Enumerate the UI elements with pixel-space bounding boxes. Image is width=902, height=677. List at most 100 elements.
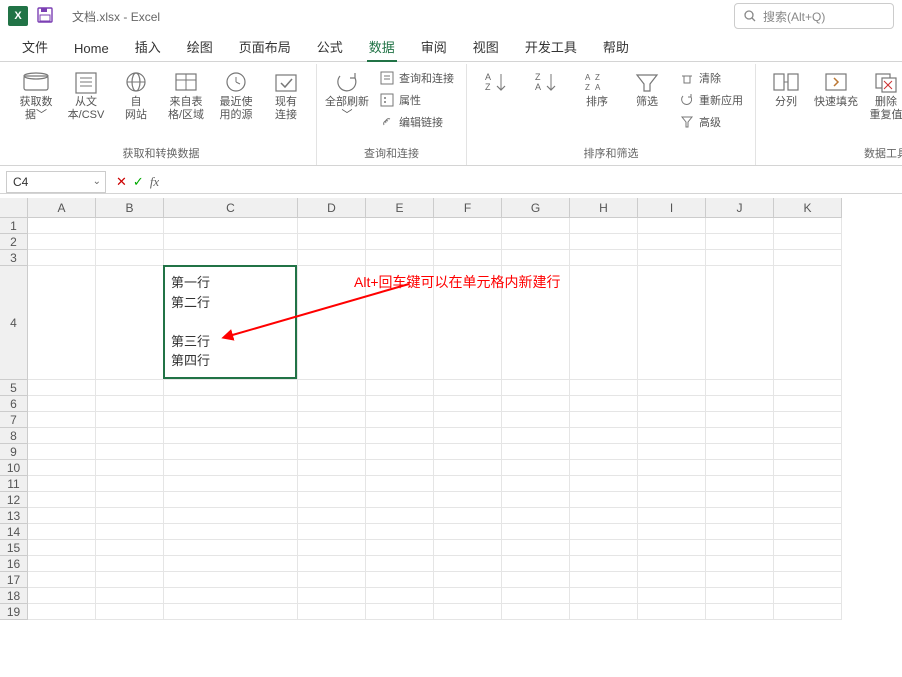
cell-J17[interactable] bbox=[706, 572, 774, 588]
cell-I19[interactable] bbox=[638, 604, 706, 620]
cell-A4[interactable] bbox=[28, 266, 96, 380]
ribbon-remove-dupes[interactable]: 删除 重复值 bbox=[862, 64, 902, 122]
cell-G6[interactable] bbox=[502, 396, 570, 412]
ribbon-from-web[interactable]: 自 网站 bbox=[112, 64, 160, 122]
cell-I10[interactable] bbox=[638, 460, 706, 476]
cell-F8[interactable] bbox=[434, 428, 502, 444]
cell-K15[interactable] bbox=[774, 540, 842, 556]
cell-B19[interactable] bbox=[96, 604, 164, 620]
cell-F17[interactable] bbox=[434, 572, 502, 588]
tab-审阅[interactable]: 审阅 bbox=[409, 31, 459, 61]
cell-C15[interactable] bbox=[164, 540, 298, 556]
cell-K3[interactable] bbox=[774, 250, 842, 266]
row-header-15[interactable]: 15 bbox=[0, 540, 28, 556]
cell-J10[interactable] bbox=[706, 460, 774, 476]
ribbon-get-data[interactable]: 获取数 据﹀ bbox=[12, 64, 60, 122]
fx-icon[interactable]: fx bbox=[150, 174, 159, 190]
row-header-12[interactable]: 12 bbox=[0, 492, 28, 508]
cell-F16[interactable] bbox=[434, 556, 502, 572]
cell-D18[interactable] bbox=[298, 588, 366, 604]
cell-I7[interactable] bbox=[638, 412, 706, 428]
row-header-1[interactable]: 1 bbox=[0, 218, 28, 234]
cell-F11[interactable] bbox=[434, 476, 502, 492]
cell-C11[interactable] bbox=[164, 476, 298, 492]
cell-F18[interactable] bbox=[434, 588, 502, 604]
cell-D3[interactable] bbox=[298, 250, 366, 266]
cell-B11[interactable] bbox=[96, 476, 164, 492]
cell-K19[interactable] bbox=[774, 604, 842, 620]
cell-H6[interactable] bbox=[570, 396, 638, 412]
cell-K9[interactable] bbox=[774, 444, 842, 460]
cell-G18[interactable] bbox=[502, 588, 570, 604]
cell-H8[interactable] bbox=[570, 428, 638, 444]
cell-B4[interactable] bbox=[96, 266, 164, 380]
cell-E8[interactable] bbox=[366, 428, 434, 444]
cell-F14[interactable] bbox=[434, 524, 502, 540]
cell-J8[interactable] bbox=[706, 428, 774, 444]
row-header-11[interactable]: 11 bbox=[0, 476, 28, 492]
cell-K14[interactable] bbox=[774, 524, 842, 540]
cell-D14[interactable] bbox=[298, 524, 366, 540]
cell-E5[interactable] bbox=[366, 380, 434, 396]
col-header-D[interactable]: D bbox=[298, 198, 366, 218]
tab-绘图[interactable]: 绘图 bbox=[175, 31, 225, 61]
cell-D6[interactable] bbox=[298, 396, 366, 412]
cell-G3[interactable] bbox=[502, 250, 570, 266]
cell-C7[interactable] bbox=[164, 412, 298, 428]
cell-A1[interactable] bbox=[28, 218, 96, 234]
cell-C13[interactable] bbox=[164, 508, 298, 524]
row-header-5[interactable]: 5 bbox=[0, 380, 28, 396]
confirm-icon[interactable]: ✓ bbox=[133, 174, 144, 190]
tab-帮助[interactable]: 帮助 bbox=[591, 31, 641, 61]
cell-G19[interactable] bbox=[502, 604, 570, 620]
select-all-corner[interactable] bbox=[0, 198, 28, 218]
cell-G7[interactable] bbox=[502, 412, 570, 428]
cell-A2[interactable] bbox=[28, 234, 96, 250]
col-header-J[interactable]: J bbox=[706, 198, 774, 218]
cell-K1[interactable] bbox=[774, 218, 842, 234]
ribbon-properties[interactable]: 属性 bbox=[373, 90, 460, 110]
cell-E3[interactable] bbox=[366, 250, 434, 266]
col-header-G[interactable]: G bbox=[502, 198, 570, 218]
cell-J18[interactable] bbox=[706, 588, 774, 604]
cell-J1[interactable] bbox=[706, 218, 774, 234]
formula-input[interactable] bbox=[169, 171, 902, 193]
cell-I15[interactable] bbox=[638, 540, 706, 556]
cell-I13[interactable] bbox=[638, 508, 706, 524]
cell-H13[interactable] bbox=[570, 508, 638, 524]
cell-B3[interactable] bbox=[96, 250, 164, 266]
cell-J5[interactable] bbox=[706, 380, 774, 396]
cell-K7[interactable] bbox=[774, 412, 842, 428]
cell-E7[interactable] bbox=[366, 412, 434, 428]
tab-视图[interactable]: 视图 bbox=[461, 31, 511, 61]
cell-E11[interactable] bbox=[366, 476, 434, 492]
row-header-8[interactable]: 8 bbox=[0, 428, 28, 444]
cell-B7[interactable] bbox=[96, 412, 164, 428]
cell-H2[interactable] bbox=[570, 234, 638, 250]
cell-J11[interactable] bbox=[706, 476, 774, 492]
cell-J6[interactable] bbox=[706, 396, 774, 412]
row-header-2[interactable]: 2 bbox=[0, 234, 28, 250]
cell-F9[interactable] bbox=[434, 444, 502, 460]
cell-K10[interactable] bbox=[774, 460, 842, 476]
tab-数据[interactable]: 数据 bbox=[357, 31, 407, 61]
cell-E1[interactable] bbox=[366, 218, 434, 234]
cell-K16[interactable] bbox=[774, 556, 842, 572]
cell-I14[interactable] bbox=[638, 524, 706, 540]
row-header-16[interactable]: 16 bbox=[0, 556, 28, 572]
ribbon-clear[interactable]: 清除 bbox=[673, 68, 749, 88]
cell-D15[interactable] bbox=[298, 540, 366, 556]
ribbon-text-to-cols[interactable]: 分列 bbox=[762, 64, 810, 109]
cell-A19[interactable] bbox=[28, 604, 96, 620]
cell-C3[interactable] bbox=[164, 250, 298, 266]
cancel-icon[interactable]: ✕ bbox=[116, 174, 127, 190]
cell-J15[interactable] bbox=[706, 540, 774, 556]
cell-K4[interactable] bbox=[774, 266, 842, 380]
cell-H1[interactable] bbox=[570, 218, 638, 234]
cell-I8[interactable] bbox=[638, 428, 706, 444]
tab-file[interactable]: 文件 bbox=[10, 31, 60, 61]
row-header-10[interactable]: 10 bbox=[0, 460, 28, 476]
cell-H15[interactable] bbox=[570, 540, 638, 556]
cell-K12[interactable] bbox=[774, 492, 842, 508]
cell-E14[interactable] bbox=[366, 524, 434, 540]
